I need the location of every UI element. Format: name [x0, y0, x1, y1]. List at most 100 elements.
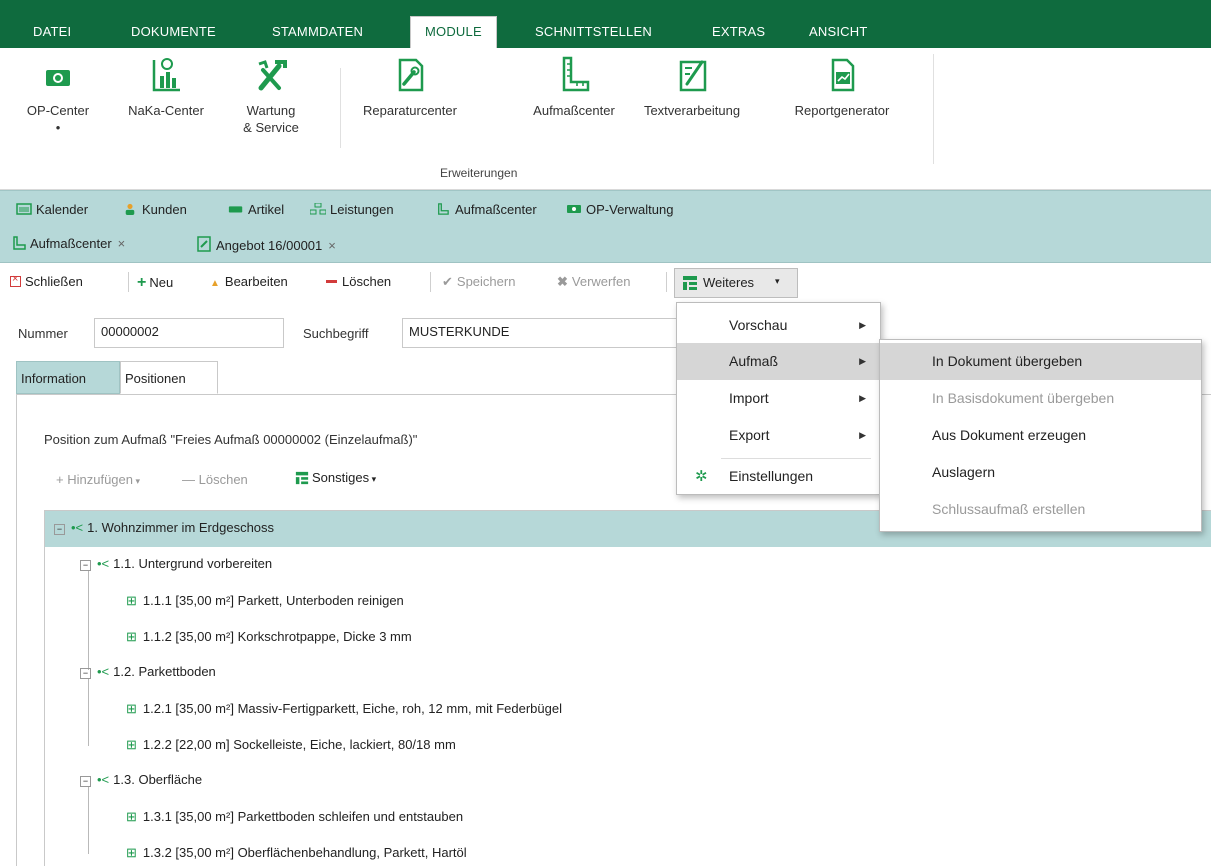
service-label: & Service	[243, 120, 299, 135]
close-icon[interactable]: ×	[118, 236, 126, 251]
menu-item-auslagern[interactable]: Auslagern	[880, 454, 1201, 491]
menu-item-in-basisdokument-uebergeben[interactable]: In Basisdokument übergeben	[880, 380, 1201, 417]
reportgenerator-label: Reportgenerator	[794, 103, 890, 118]
tree-row[interactable]: ⊞ 1.3.1 [35,00 m²] Parkettboden schleifen…	[126, 809, 463, 825]
ribbon-divider	[340, 68, 341, 148]
menu-item-schlussaufmass-erstellen[interactable]: Schlussaufmaß erstellen	[880, 491, 1201, 528]
edit-button[interactable]: ▲ Bearbeiten	[210, 274, 288, 289]
tree-row[interactable]: ⊞ 1.2.2 [22,00 m] Sockelleiste, Eiche, la…	[126, 737, 456, 753]
tree-row-label: 1.1. Untergrund vorbereiten	[113, 556, 273, 571]
textverarbeitung-button[interactable]: Textverarbeitung	[634, 54, 750, 119]
tree-item-icon: ⊞	[126, 845, 137, 860]
menu-tab-dokumente[interactable]: DOKUMENTE	[131, 18, 216, 48]
close-icon[interactable]: ×	[328, 238, 336, 253]
menu-tab-module[interactable]: MODULE	[410, 16, 497, 49]
menu-item-label: Export	[729, 427, 770, 443]
menu-item-in-dokument-uebergeben[interactable]: In Dokument übergeben	[880, 343, 1201, 380]
chevron-right-icon: ▶	[859, 320, 866, 330]
quick-leistungen-label: Leistungen	[330, 202, 394, 217]
menu-tab-schnittstellen[interactable]: SCHNITTSTELLEN	[535, 18, 652, 48]
menu-item-export[interactable]: Export ▶	[677, 417, 880, 454]
op-center-button[interactable]: OP-Center •	[18, 54, 98, 136]
tree-row-label: 1.2.2 [22,00 m] Sockelleiste, Eiche, lac…	[142, 737, 456, 752]
tree-row[interactable]: ⊞ 1.1.1 [35,00 m²] Parkett, Unterboden re…	[126, 593, 404, 609]
collapse-icon[interactable]: −	[80, 560, 91, 571]
doc-tab-angebot[interactable]: Angebot 16/00001 ×	[196, 236, 336, 253]
tree-row[interactable]: − •< 1. Wohnzimmer im Erdgeschoss	[54, 520, 274, 535]
more-grid-icon	[683, 276, 697, 290]
menu-tab-extras[interactable]: EXTRAS	[712, 18, 765, 48]
sonstiges-button[interactable]: Sonstiges ▾	[295, 470, 376, 485]
tab-positionen[interactable]: Positionen	[120, 361, 218, 394]
textverarbeitung-label: Textverarbeitung	[643, 103, 741, 118]
tree-group-icon: •<	[97, 556, 110, 571]
quick-leistungen[interactable]: Leistungen	[310, 202, 394, 217]
menu-item-einstellungen[interactable]: ✲ Einstellungen	[677, 458, 880, 495]
tree-row[interactable]: ⊞ 1.2.1 [35,00 m²] Massiv-Fertigparkett, …	[126, 701, 562, 717]
tree-item-icon: ⊞	[126, 809, 137, 824]
chevron-down-icon: ▾	[369, 474, 377, 484]
aufmasscenter-button[interactable]: Aufmaßcenter	[528, 54, 620, 119]
tab-information[interactable]: Information	[16, 361, 120, 394]
report-icon	[822, 54, 862, 96]
tree-row[interactable]: − •< 1.3. Oberfläche	[80, 772, 202, 787]
menu-item-vorschau[interactable]: Vorschau ▶	[677, 307, 880, 344]
ribbon-divider	[933, 54, 934, 164]
sonstiges-label: Sonstiges	[312, 470, 370, 485]
quick-aufmasscenter-label: Aufmaßcenter	[455, 202, 537, 217]
document-tabs: Aufmaßcenter × Angebot 16/00001 ×	[0, 230, 1211, 263]
quick-artikel-label: Artikel	[248, 202, 285, 217]
tree-row[interactable]: − •< 1.2. Parkettboden	[80, 664, 216, 679]
quick-kalender[interactable]: Kalender	[16, 202, 88, 217]
menu-tab-stammdaten[interactable]: STAMMDATEN	[272, 18, 363, 48]
tree-row[interactable]: ⊞ 1.1.2 [35,00 m²] Korkschrotpappe, Dicke…	[126, 629, 412, 645]
more-grid-icon	[295, 471, 309, 485]
add-button[interactable]: + Hinzufügen ▾	[56, 472, 140, 487]
suchbegriff-field[interactable]: MUSTERKUNDE	[402, 318, 678, 348]
tree-row[interactable]: − •< 1.1. Untergrund vorbereiten	[80, 556, 272, 571]
close-box-icon: ×	[10, 273, 21, 287]
menu-tab-datei[interactable]: DATEI	[33, 18, 71, 48]
calendar-icon	[16, 203, 32, 215]
collapse-icon[interactable]: −	[54, 524, 65, 535]
reportgenerator-button[interactable]: Reportgenerator	[783, 54, 901, 119]
close-button[interactable]: × Schließen	[10, 273, 83, 289]
menu-item-label: In Basisdokument übergeben	[932, 390, 1115, 406]
delete-button[interactable]: Löschen	[326, 274, 391, 289]
menu-item-label: Vorschau	[729, 317, 788, 333]
reparaturcenter-button[interactable]: Reparaturcenter	[354, 54, 466, 119]
quick-aufmasscenter[interactable]: Aufmaßcenter	[435, 202, 537, 217]
tree-row-label: 1.1.1 [35,00 m²] Parkett, Unterboden rei…	[142, 593, 404, 608]
quick-kunden[interactable]: Kunden	[122, 202, 187, 217]
wartung-service-button[interactable]: Wartung & Service	[232, 54, 310, 136]
sub-delete-button[interactable]: — Löschen	[182, 472, 248, 487]
quick-artikel[interactable]: Artikel	[228, 202, 284, 217]
tree-row-label: 1.2.1 [35,00 m²] Massiv-Fertigparkett, E…	[142, 701, 562, 716]
suchbegriff-label: Suchbegriff	[303, 326, 369, 341]
menu-tab-ansicht[interactable]: ANSICHT	[809, 18, 867, 48]
menu-item-aufmass[interactable]: Aufmaß ▶	[677, 343, 880, 380]
tree-row-label: 1. Wohnzimmer im Erdgeschoss	[87, 520, 275, 535]
new-button[interactable]: + Neu	[137, 274, 173, 292]
weiteres-label: Weiteres	[703, 275, 755, 290]
tree-row[interactable]: ⊞ 1.3.2 [35,00 m²] Oberflächenbehandlung,…	[126, 845, 467, 861]
nummer-field[interactable]: 00000002	[94, 318, 284, 348]
collapse-icon[interactable]: −	[80, 776, 91, 787]
quick-access-bar: Kalender Kunden Artikel Leistungen Aufma…	[0, 190, 1211, 230]
menu-item-import[interactable]: Import ▶	[677, 380, 880, 417]
aufmass-submenu: In Dokument übergeben In Basisdokument ü…	[879, 339, 1202, 532]
discard-button[interactable]: ✖ Verwerfen	[557, 274, 630, 290]
menu-item-aus-dokument-erzeugen[interactable]: Aus Dokument erzeugen	[880, 417, 1201, 454]
tree-group-icon: •<	[97, 772, 110, 787]
quick-op-verwaltung[interactable]: OP-Verwaltung	[566, 202, 673, 217]
save-button[interactable]: ✔ Speichern	[442, 274, 515, 290]
ruler-icon	[554, 54, 594, 96]
discard-label: Verwerfen	[571, 274, 631, 289]
tree-line	[88, 570, 89, 670]
weiteres-button[interactable]: Weiteres ▾	[674, 268, 798, 298]
doc-tab-aufmasscenter[interactable]: Aufmaßcenter ×	[12, 236, 125, 251]
collapse-icon[interactable]: −	[80, 668, 91, 679]
op-center-label: OP-Center	[26, 103, 90, 118]
naka-center-button[interactable]: NaKa-Center	[126, 54, 206, 119]
toolbar-divider	[128, 272, 129, 292]
